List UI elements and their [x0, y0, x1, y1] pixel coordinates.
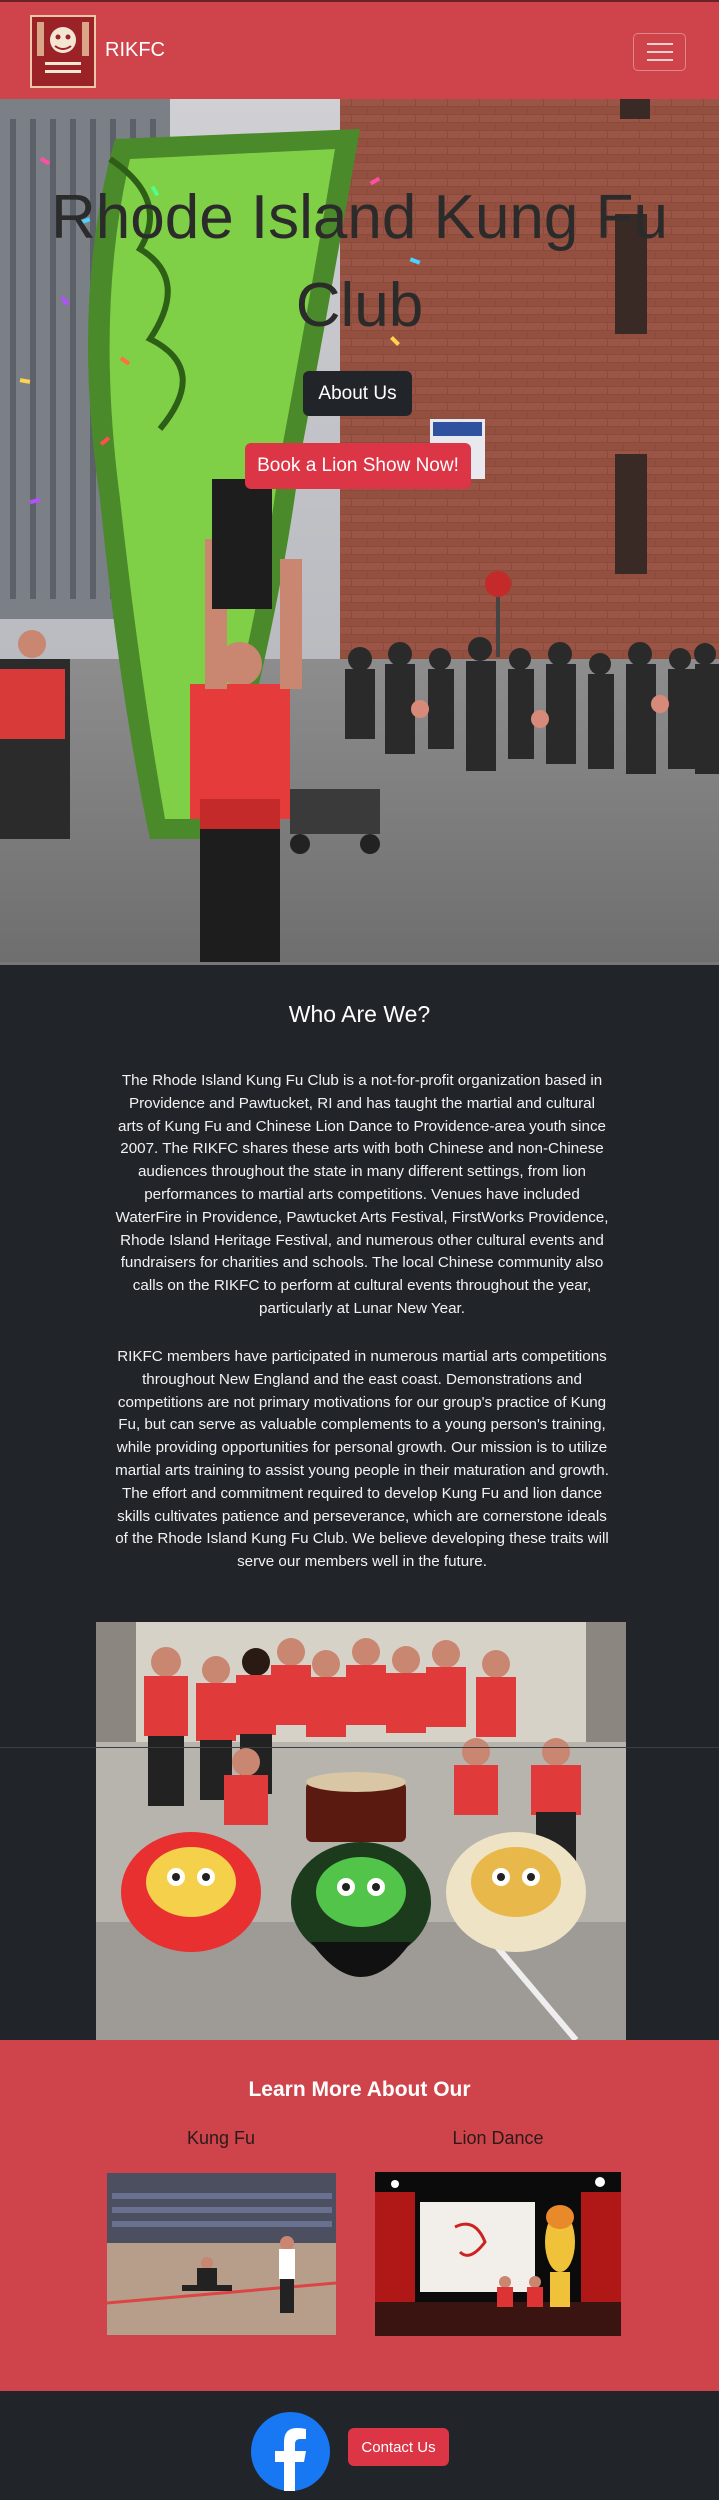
club-logo[interactable]: [30, 15, 96, 88]
section-divider: [0, 1747, 719, 1748]
about-us-button[interactable]: About Us: [303, 371, 412, 416]
about-paragraph-2: RIKFC members have participated in numer…: [115, 1348, 609, 1571]
learn-more-heading: Learn More About Our: [248, 2078, 471, 2101]
learn-more-section: Learn More About Our Kung Fu Lion Dance: [0, 2040, 719, 2391]
kung-fu-heading[interactable]: Kung Fu: [101, 2128, 341, 2149]
hamburger-menu-icon: [646, 43, 673, 45]
brand-name[interactable]: RIKFC: [105, 39, 165, 62]
lion-dance-photo[interactable]: [375, 2172, 621, 2336]
team-photo-image: [96, 1622, 626, 2040]
lion-logo-icon: [33, 18, 93, 85]
hero-title: Rhode Island Kung Fu Club: [51, 183, 668, 340]
about-paragraph-1: The Rhode Island Kung Fu Club is a not-f…: [115, 1072, 609, 1317]
who-are-we-section: Who Are We? The Rhode Island Kung Fu Clu…: [0, 965, 719, 2040]
lion-dance-heading[interactable]: Lion Dance: [378, 2128, 618, 2149]
contact-us-button[interactable]: Contact Us: [348, 2428, 449, 2466]
navbar-toggler-button[interactable]: [633, 33, 686, 71]
navbar: RIKFC: [0, 0, 719, 99]
facebook-icon[interactable]: [251, 2412, 330, 2491]
footer: Contact Us: [0, 2391, 719, 2500]
hero-section: Rhode Island Kung Fu Club About Us Book …: [0, 99, 719, 965]
who-are-we-heading: Who Are We?: [288, 1001, 431, 1027]
team-photo: [96, 1622, 626, 2040]
kung-fu-photo[interactable]: [107, 2173, 336, 2335]
book-lion-show-button[interactable]: Book a Lion Show Now!: [245, 443, 471, 489]
